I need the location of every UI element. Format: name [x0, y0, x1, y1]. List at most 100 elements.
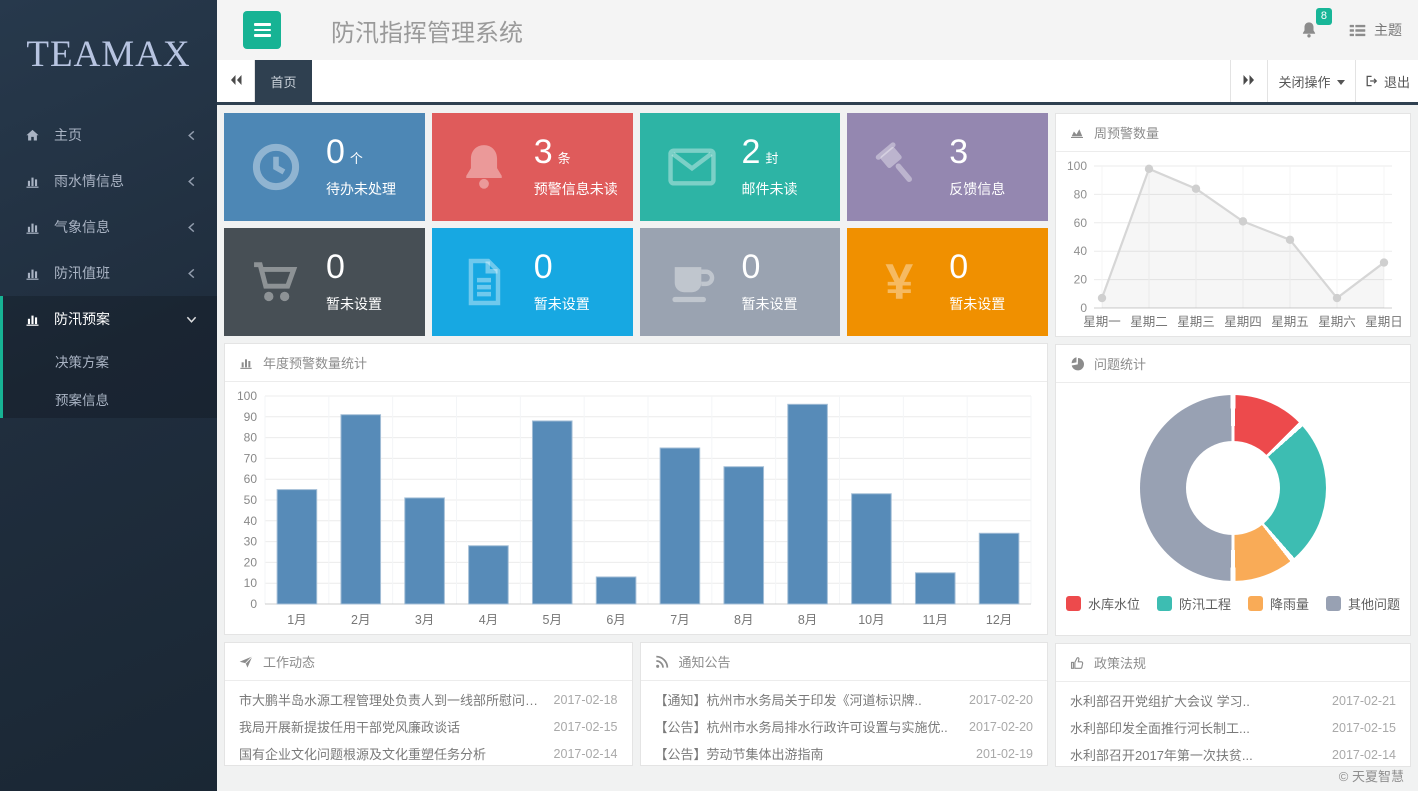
- tabs-scroll-right-button[interactable]: [1230, 60, 1268, 102]
- chevron-left-icon: [186, 268, 197, 279]
- sidebar: TEAMAX 主页雨水情信息气象信息防汛值班防汛预案决策方案预案信息: [0, 0, 217, 791]
- news-date: 2017-02-18: [554, 693, 618, 707]
- pie-chart-icon: [1069, 356, 1085, 372]
- news-item[interactable]: 【通知】杭州市水务局关于印发《河道标识牌.. 2017-02-20: [655, 686, 1034, 713]
- panel-title: 周预警数量: [1094, 123, 1159, 142]
- news-item[interactable]: 【公告】杭州市水务局排水行政许可设置与实施优..2017-02-20: [655, 713, 1034, 740]
- home-icon: [24, 127, 41, 144]
- sidebar-menu: 主页雨水情信息气象信息防汛值班防汛预案决策方案预案信息: [0, 108, 217, 418]
- news-date: 2017-02-20: [969, 693, 1033, 707]
- sidebar-item-rainwater[interactable]: 雨水情信息: [0, 158, 217, 204]
- double-left-arrow-icon: [229, 74, 243, 89]
- stat-card-body: 0暂未设置: [949, 228, 1048, 314]
- sidebar-item-plan[interactable]: 防汛预案: [3, 296, 217, 342]
- stat-card-6[interactable]: 0暂未设置: [640, 228, 841, 336]
- stat-card-body: 0个待办未处理: [326, 113, 425, 199]
- stat-card-body: 0暂未设置: [534, 228, 633, 314]
- svg-text:20: 20: [244, 555, 258, 569]
- menu-toggle-button[interactable]: [243, 11, 281, 49]
- stat-card-2[interactable]: 2封邮件未读: [640, 113, 841, 221]
- clock-icon: [248, 139, 304, 195]
- news-item[interactable]: 【公告】劳动节集体出游指南201-02-19: [655, 740, 1034, 767]
- area-chart-icon: [1069, 125, 1085, 141]
- sidebar-group-rainwater: 雨水情信息: [0, 158, 217, 204]
- stat-card-body: 0暂未设置: [326, 228, 425, 314]
- issue-stats-panel-header: 问题统计: [1056, 345, 1410, 383]
- news-title: 【通知】杭州市水务局关于印发《河道标识牌..: [655, 690, 960, 709]
- news-date: 2017-02-20: [969, 720, 1033, 734]
- svg-text:60: 60: [1074, 216, 1088, 230]
- legend-item[interactable]: 防汛工程: [1157, 594, 1231, 613]
- news-item[interactable]: 水利部印发全面推行河长制工...2017-02-15: [1070, 714, 1396, 741]
- panel-title: 工作动态: [263, 652, 315, 671]
- stat-card-1[interactable]: 3条预警信息未读: [432, 113, 633, 221]
- week-warnings-panel-header: 周预警数量: [1056, 114, 1410, 152]
- news-item[interactable]: 市大鹏半岛水源工程管理处负责人到一线部所慰问新春2017-02-18: [239, 686, 618, 713]
- news-date: 2017-02-14: [1332, 748, 1396, 762]
- tab-home[interactable]: 首页: [255, 60, 312, 102]
- svg-text:7月: 7月: [670, 613, 689, 627]
- news-date: 2017-02-14: [554, 747, 618, 761]
- gavel-icon: [871, 139, 927, 195]
- svg-text:10: 10: [244, 576, 258, 590]
- stat-value: 0: [742, 248, 761, 286]
- stat-label: 邮件未读: [742, 179, 841, 199]
- panel-title: 通知公告: [679, 652, 731, 671]
- svg-text:20: 20: [1074, 273, 1088, 287]
- svg-text:70: 70: [244, 451, 258, 465]
- dashboard-content: 0个待办未处理3条预警信息未读2封邮件未读3反馈信息0暂未设置0暂未设置0暂未设…: [217, 108, 1418, 791]
- legend-item[interactable]: 水库水位: [1066, 594, 1140, 613]
- close-operations-label: 关闭操作: [1278, 72, 1330, 91]
- stat-card-5[interactable]: 0暂未设置: [432, 228, 633, 336]
- news-item[interactable]: 国有企业文化问题根源及文化重塑任务分析2017-02-14: [239, 740, 618, 767]
- news-title: 水利部召开2017年第一次扶贫...: [1070, 745, 1322, 764]
- legend-item[interactable]: 其他问题: [1326, 594, 1400, 613]
- work-news-list: 市大鹏半岛水源工程管理处负责人到一线部所慰问新春2017-02-18我局开展新提…: [225, 681, 632, 767]
- stat-card-3[interactable]: 3反馈信息: [847, 113, 1048, 221]
- year-warnings-chart: 01020304050607080901001月2月3月4月5月6月7月8月8月…: [225, 382, 1047, 632]
- tabs-scroll-left-button[interactable]: [217, 60, 255, 102]
- svg-text:0: 0: [250, 597, 257, 611]
- work-news-panel: 工作动态 市大鹏半岛水源工程管理处负责人到一线部所慰问新春2017-02-18我…: [224, 642, 633, 766]
- legend-label: 防汛工程: [1179, 594, 1231, 613]
- news-item[interactable]: 我局开展新提拔任用干部党风廉政谈话2017-02-15: [239, 713, 618, 740]
- stat-card-4[interactable]: 0暂未设置: [224, 228, 425, 336]
- panel-title: 年度预警数量统计: [263, 353, 367, 372]
- svg-text:100: 100: [1067, 159, 1087, 173]
- sidebar-group-weather: 气象信息: [0, 204, 217, 250]
- legend-item[interactable]: 降雨量: [1248, 594, 1309, 613]
- theme-button[interactable]: 主题: [1349, 20, 1402, 40]
- sidebar-group-home: 主页: [0, 112, 217, 158]
- news-date: 201-02-19: [976, 747, 1033, 761]
- bar-chart-icon: [238, 355, 254, 371]
- stat-value: 0: [534, 248, 553, 286]
- bar-chart-icon: [24, 219, 41, 236]
- logout-label: 退出: [1384, 72, 1410, 91]
- stat-label: 预警信息未读: [534, 179, 633, 199]
- sidebar-item-duty[interactable]: 防汛值班: [0, 250, 217, 296]
- sidebar-item-home[interactable]: 主页: [0, 112, 217, 158]
- svg-text:60: 60: [244, 472, 258, 486]
- sidebar-group-duty: 防汛值班: [0, 250, 217, 296]
- chevron-left-icon: [186, 130, 197, 141]
- file-icon: [456, 254, 512, 310]
- stat-card-0[interactable]: 0个待办未处理: [224, 113, 425, 221]
- sidebar-subitem[interactable]: 预案信息: [3, 380, 217, 418]
- sidebar-item-weather[interactable]: 气象信息: [0, 204, 217, 250]
- svg-text:80: 80: [244, 431, 258, 445]
- stat-label: 暂未设置: [326, 294, 425, 314]
- svg-text:12月: 12月: [986, 613, 1012, 627]
- stat-card-body: 3反馈信息: [949, 113, 1048, 199]
- sidebar-subitem[interactable]: 决策方案: [3, 342, 217, 380]
- sidebar-group-plan: 防汛预案决策方案预案信息: [0, 296, 217, 418]
- logout-button[interactable]: 退出: [1356, 60, 1418, 102]
- notifications-button[interactable]: 8: [1299, 19, 1319, 41]
- svg-text:100: 100: [237, 389, 257, 403]
- news-title: 我局开展新提拔任用干部党风廉政谈话: [239, 717, 544, 736]
- close-operations-dropdown[interactable]: 关闭操作: [1268, 60, 1356, 102]
- news-item[interactable]: 水利部召开党组扩大会议 学习..2017-02-21: [1070, 687, 1396, 714]
- stat-card-7[interactable]: ¥0暂未设置: [847, 228, 1048, 336]
- issue-legend: 水库水位 防汛工程降雨量其他问题: [1066, 594, 1400, 613]
- paper-plane-icon: [238, 654, 254, 670]
- news-item[interactable]: 水利部召开2017年第一次扶贫... 2017-02-14: [1070, 741, 1396, 768]
